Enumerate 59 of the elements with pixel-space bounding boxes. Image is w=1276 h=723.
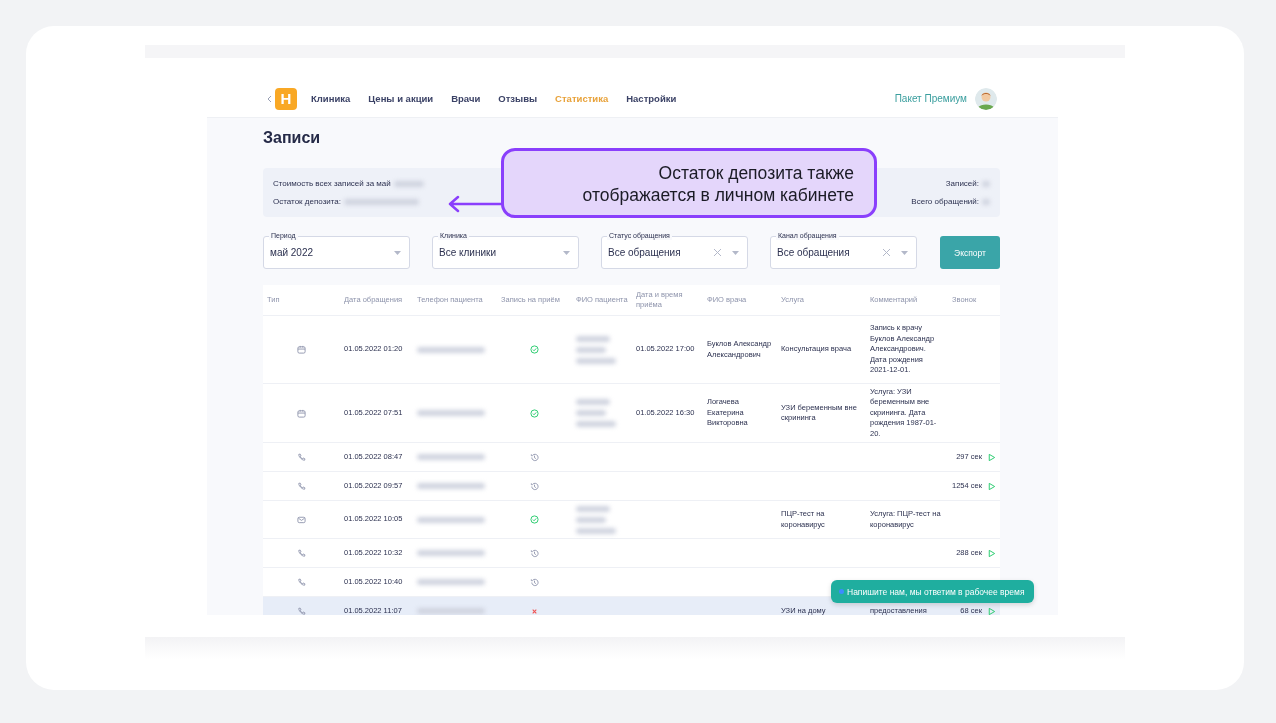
blurred-name [576,527,616,534]
play-icon[interactable] [987,606,996,615]
summary-label: Всего обращений: [911,197,979,206]
avatar-icon[interactable] [975,87,997,110]
phone-icon [297,577,306,587]
clear-icon[interactable] [882,248,891,257]
blurred-name [576,410,606,416]
mail-icon [297,515,306,524]
history-icon [530,452,539,462]
history-icon [530,548,539,558]
blurred-name [576,357,616,364]
play-icon[interactable] [987,452,996,462]
summary-label: Остаток депозита: [273,197,341,206]
nav-link[interactable]: Клиника [311,93,351,104]
blurred-value [393,180,424,187]
summary-label: Стоимость всех записей за май [273,179,391,188]
blurred-phone [417,550,485,556]
history-icon [530,481,539,491]
blurred-name [576,346,606,353]
annotation-callout: Остаток депозита также отображается в личном кабинете [501,148,877,218]
history-icon [530,577,539,587]
page-title: Записи [263,129,322,147]
annotation-arrow [446,195,502,213]
play-icon[interactable] [987,481,996,491]
phone-icon [297,481,306,491]
clear-icon[interactable] [713,248,722,257]
summary-label: Записей: [945,179,979,188]
play-icon[interactable] [987,548,996,558]
blurred-phone [417,410,485,416]
caret-icon [563,250,570,255]
blurred-phone [417,346,485,353]
phone-icon [297,606,306,615]
toast-text: Напишите нам, мы ответим в рабочее время [847,586,1025,597]
nav-link[interactable]: Врачи [451,93,481,104]
blurred-name [576,421,616,427]
blurred-phone [417,516,485,523]
caret-icon [394,250,401,255]
blurred-name [576,516,606,523]
blurred-phone [417,454,485,460]
nav-link[interactable]: Отзывы [498,93,538,104]
blurred-name [576,399,610,405]
calendar-icon [297,345,306,354]
check-circle-icon [530,515,539,524]
status-dot-icon [839,589,844,594]
blurred-phone [417,483,485,489]
nav-link[interactable]: Цены и акции [368,93,434,104]
caret-icon [901,250,908,255]
blurred-name [576,335,610,342]
blurred-phone [417,579,485,585]
calendar-icon [297,408,306,418]
check-circle-icon [530,408,539,418]
blurred-name [576,505,610,512]
phone-icon [297,452,306,462]
blurred-phone [417,608,485,614]
caret-icon [732,250,739,255]
nav-link[interactable]: Настройки [626,93,677,104]
chevron-left-icon[interactable] [267,94,272,103]
phone-icon [297,548,306,558]
check-circle-icon [530,345,539,354]
